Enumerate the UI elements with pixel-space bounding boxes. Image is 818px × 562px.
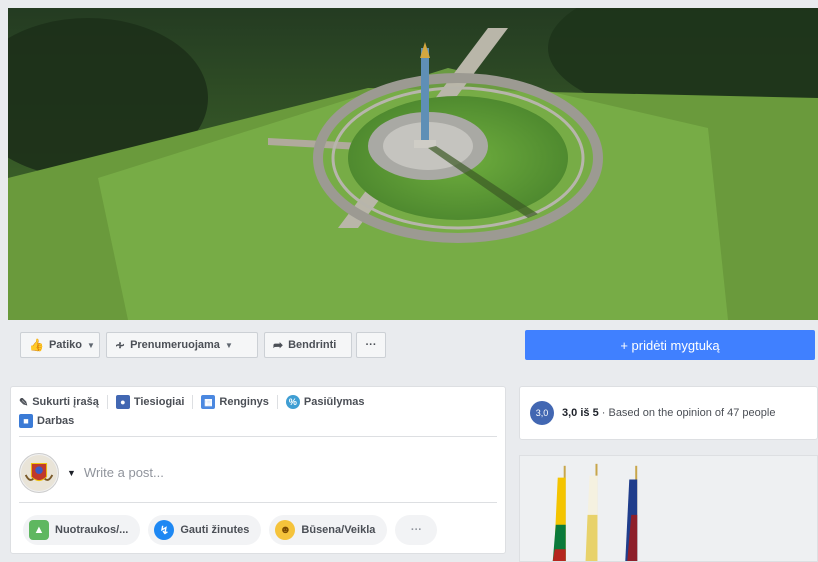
more-label: ···: [365, 339, 377, 351]
get-messages-button[interactable]: ↯ Gauti žinutes: [148, 515, 262, 545]
composer-tabs: ✎ Sukurti įrašą ● Tiesiogiai ▦ Renginys …: [19, 395, 497, 437]
subscribe-button[interactable]: ∻ Prenumeruojama ▼: [106, 332, 258, 358]
photo-icon: ▲: [29, 520, 49, 540]
avatar[interactable]: [19, 452, 59, 493]
rating-card[interactable]: 3,0 3,0 iš 5 · Based on the opinion of 4…: [519, 386, 818, 440]
tab-label: Renginys: [219, 396, 269, 408]
pill-label: Gauti žinutes: [180, 524, 250, 536]
coat-of-arms-icon: [20, 454, 58, 491]
more-pill-button[interactable]: ···: [395, 515, 438, 545]
photo-video-button[interactable]: ▲ Nuotraukos/...: [23, 515, 141, 545]
tab-label: Darbas: [37, 414, 75, 427]
flags-photo[interactable]: [519, 455, 818, 562]
rating-detail: · Based on the opinion of 47 people: [598, 407, 776, 419]
tab-event[interactable]: ▦ Renginys: [201, 395, 278, 409]
composer-quick-actions: ▲ Nuotraukos/... ↯ Gauti žinutes ☻ Būsen…: [23, 515, 438, 545]
tab-label: Pasiūlymas: [303, 396, 365, 408]
flags-image: [520, 456, 817, 561]
offer-icon: %: [285, 395, 300, 409]
messenger-icon: ↯: [154, 520, 175, 540]
tab-offer[interactable]: % Pasiūlymas: [285, 395, 373, 409]
share-button[interactable]: ➦ Bendrinti: [264, 332, 352, 358]
emoji-icon: ☻: [275, 520, 296, 540]
cover-photo[interactable]: [8, 8, 818, 320]
more-options-button[interactable]: ···: [356, 332, 386, 358]
pencil-icon: ✎: [19, 396, 29, 409]
briefcase-icon: ■: [19, 413, 33, 428]
share-arrow-icon: ➦: [273, 338, 284, 352]
rating-score: 3,0 iš 5: [562, 407, 599, 419]
tab-live[interactable]: ● Tiesiogiai: [115, 395, 194, 409]
add-button-label: + pridėti mygtuką: [620, 337, 720, 353]
tab-label: Tiesiogiai: [133, 396, 185, 408]
share-label: Bendrinti: [288, 339, 337, 351]
write-post-row[interactable]: ▼ Write a post...: [19, 443, 497, 503]
rating-badge: 3,0: [530, 401, 554, 425]
thumbs-up-icon: 👍: [29, 338, 44, 352]
chevron-down-icon[interactable]: ▼: [67, 468, 76, 478]
add-button[interactable]: + pridėti mygtuką: [525, 330, 815, 360]
tab-create-post[interactable]: ✎ Sukurti įrašą: [19, 395, 108, 409]
post-composer: ✎ Sukurti įrašą ● Tiesiogiai ▦ Renginys …: [10, 386, 506, 554]
subscribe-label: Prenumeruojama: [130, 339, 220, 351]
cover-image: [8, 8, 818, 320]
tab-label: Sukurti įrašą: [32, 396, 99, 408]
page-action-bar: 👍 Patiko ▼ ∻ Prenumeruojama ▼ ➦ Bendrint…: [8, 320, 818, 370]
calendar-icon: ▦: [201, 395, 216, 409]
rss-icon: ∻: [115, 338, 126, 352]
rating-text: 3,0 iš 5 · Based on the opinion of 47 pe…: [562, 407, 775, 419]
like-label: Patiko: [48, 339, 82, 351]
like-button[interactable]: 👍 Patiko ▼: [20, 332, 100, 358]
chevron-down-icon: ▼: [86, 340, 95, 350]
pill-label: Nuotraukos/...: [55, 524, 129, 536]
tab-job[interactable]: ■ Darbas: [19, 413, 489, 428]
more-label: ···: [410, 524, 422, 536]
feeling-activity-button[interactable]: ☻ Būsena/Veikla: [269, 515, 388, 545]
pill-label: Būsena/Veikla: [301, 524, 376, 536]
live-video-icon: ●: [115, 395, 130, 409]
post-input-placeholder[interactable]: Write a post...: [84, 465, 164, 480]
chevron-down-icon: ▼: [224, 340, 233, 350]
